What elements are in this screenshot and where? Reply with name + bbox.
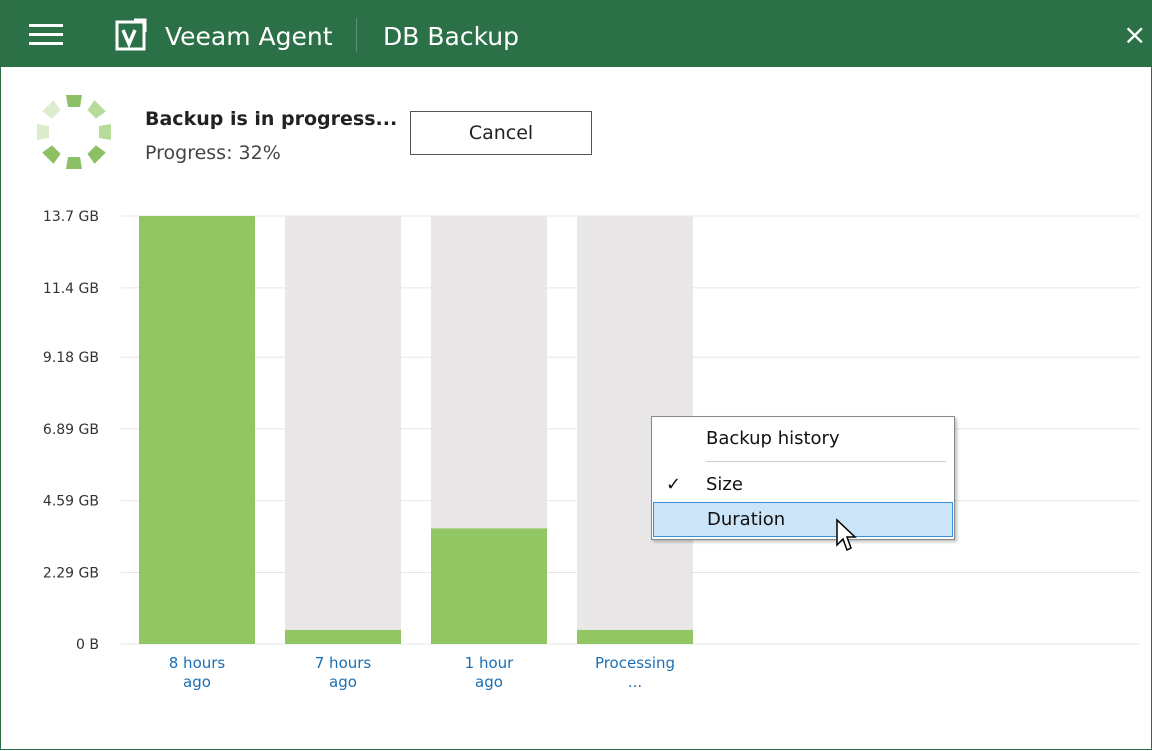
y-tick-label: 13.7 GB (43, 209, 99, 225)
bar-background (285, 216, 401, 644)
mouse-cursor-icon (836, 518, 857, 552)
menu-item-backup-history: Backup history (652, 423, 954, 455)
y-tick-label: 2.29 GB (43, 565, 99, 581)
veeam-logo-icon (115, 18, 147, 51)
menu-separator (706, 461, 946, 462)
progress-text: Progress: 32% (145, 142, 281, 164)
x-category-label[interactable]: Processing ... (575, 654, 695, 692)
menu-item-duration[interactable]: Duration (653, 502, 953, 537)
status-title: Backup is in progress... (145, 108, 398, 130)
y-tick-label: 9.18 GB (43, 350, 99, 366)
x-category-label[interactable]: 8 hours ago (137, 654, 257, 692)
backup-size-chart: 13.7 GB 11.4 GB 9.18 GB 6.89 GB 4.59 GB 2.29 … (43, 209, 1139, 653)
context-menu: Backup history ✓ Size Duration (651, 416, 955, 540)
app-title: Veeam Agent (165, 22, 333, 51)
title-bar: Veeam Agent DB Backup × (1, 0, 1151, 67)
y-tick-label: 11.4 GB (43, 281, 99, 297)
bar[interactable] (285, 629, 401, 644)
app-window: Veeam Agent DB Backup × Backup is in pro… (0, 0, 1152, 750)
menu-header-label: Backup history (706, 428, 840, 449)
cancel-button[interactable]: Cancel (410, 111, 592, 155)
title-divider (356, 18, 357, 52)
menu-item-size-label: Size (706, 474, 743, 495)
menu-item-size[interactable]: ✓ Size (652, 469, 954, 501)
x-category-label[interactable]: 7 hours ago (283, 654, 403, 692)
x-category-label[interactable]: 1 hour ago (429, 654, 549, 692)
bar[interactable] (577, 629, 693, 644)
checkmark-icon: ✓ (666, 474, 682, 495)
menu-item-duration-label: Duration (707, 509, 786, 530)
spinner-icon (37, 95, 111, 169)
y-tick-label: 4.59 GB (43, 494, 99, 510)
bar[interactable] (139, 216, 255, 644)
bar[interactable] (431, 528, 547, 644)
y-tick-label: 0 B (76, 637, 99, 653)
close-icon[interactable]: × (1123, 20, 1151, 50)
hamburger-menu-icon[interactable] (29, 24, 63, 46)
job-title: DB Backup (383, 22, 519, 51)
y-tick-label: 6.89 GB (43, 422, 99, 438)
